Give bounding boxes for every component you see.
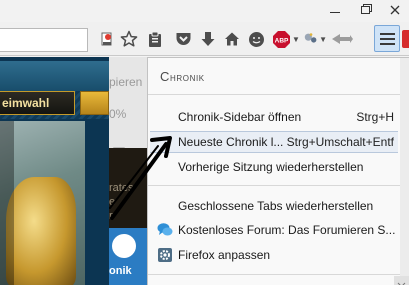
adblock-plus-button[interactable]: ABP ▼: [271, 28, 301, 50]
scroll-down-button[interactable]: [394, 276, 409, 285]
home-icon: [225, 32, 239, 46]
menu-separator: [148, 94, 409, 95]
pocket-icon: [176, 33, 190, 45]
restore-icon: [360, 6, 370, 14]
menu-item-clear-recent-history[interactable]: Neueste Chronik l... Strg+Umschalt+Entf: [150, 131, 398, 153]
menu-item-shortcut: Strg+Umschalt+Entf: [286, 135, 394, 149]
menu-item-shortcut: Strg+H: [356, 110, 394, 124]
window-titlebar: [0, 0, 409, 22]
download-icon: [201, 32, 215, 46]
menu-item-label: Neueste Chronik l...: [178, 135, 284, 149]
page-tab-label: eimwahl: [2, 96, 50, 110]
menu-item-label: Vorherige Sitzung wiederherstellen: [178, 160, 364, 174]
close-button[interactable]: [380, 0, 409, 20]
menu-item-label: Kostenloses Forum: Das Forumieren S...: [178, 223, 396, 237]
page-tab-heimwahl[interactable]: eimwahl: [0, 91, 75, 115]
menu-item-label: Geschlossene Tabs wiederherstellen: [178, 199, 374, 213]
sync-arrows-icon: [332, 34, 353, 44]
bookmark-page-button[interactable]: [96, 28, 118, 50]
bookmark-star-button[interactable]: [118, 28, 140, 50]
menu-item-customize-firefox[interactable]: Firefox anpassen: [148, 244, 409, 266]
minimize-icon: [330, 11, 340, 13]
smiley-chat-icon: [248, 31, 264, 47]
partial-addon-icon[interactable]: [402, 30, 409, 48]
menu-item-history-entry[interactable]: Kostenloses Forum: Das Forumieren S...: [148, 219, 409, 241]
clipboard-icon: [149, 31, 161, 47]
downloads-button[interactable]: [197, 28, 219, 50]
annotation-arrow: [109, 136, 172, 220]
home-button[interactable]: [221, 28, 243, 50]
hamburger-bar: [379, 42, 395, 45]
menu-separator: [148, 185, 409, 186]
menu-item-label: Firefox anpassen: [178, 248, 271, 262]
menu-item-history-sidebar[interactable]: Chronik-Sidebar öffnen Strg+H: [148, 106, 409, 128]
star-icon: [120, 30, 138, 47]
url-bar[interactable]: [0, 28, 88, 52]
web-page-content: eimwahl: [0, 57, 109, 285]
menu-item-restore-closed-tabs[interactable]: Geschlossene Tabs wiederherstellen: [148, 195, 409, 217]
menu-item-restore-session[interactable]: Vorherige Sitzung wiederherstellen: [148, 156, 409, 178]
strip-footer-label: onik: [109, 265, 132, 277]
strip-text: pieren: [109, 75, 143, 89]
chevron-down-icon: [397, 282, 406, 285]
hamburger-bar: [379, 37, 395, 40]
adblock-plus-icon: ABP: [273, 30, 291, 48]
hamburger-menu-button[interactable]: [374, 25, 400, 52]
history-menu-panel: Chronik Chronik-Sidebar öffnen Strg+H Ne…: [147, 57, 409, 285]
navigation-toolbar: ABP ▼ ▼: [0, 22, 409, 56]
chevron-down-icon: ▼: [292, 34, 300, 44]
adblock-label: ABP: [275, 37, 289, 44]
page-image-shadow: [0, 121, 14, 285]
bulb-icon: [304, 33, 317, 43]
page-header-band: [0, 61, 109, 91]
hamburger-menu-icon: [379, 32, 395, 35]
golden-figure-image: [6, 177, 76, 285]
restore-button[interactable]: [350, 0, 380, 20]
minimize-button[interactable]: [320, 0, 350, 20]
gear-icon: [158, 248, 172, 262]
page-lock-icon: [101, 32, 112, 46]
pocket-button[interactable]: [172, 28, 194, 50]
tampermonkey-button[interactable]: ▼: [303, 28, 327, 50]
circle-icon: [112, 234, 136, 258]
close-icon: [390, 5, 399, 15]
chevron-down-icon: ▼: [319, 34, 327, 44]
page-tab-gold[interactable]: [80, 91, 109, 115]
strip-text: 0%: [109, 107, 127, 121]
menu-item-label: Chronik-Sidebar öffnen: [178, 110, 302, 124]
hello-chat-button[interactable]: [245, 28, 267, 50]
history-menu-heading: Chronik: [160, 69, 205, 84]
menu-separator: [148, 274, 409, 275]
extension-button[interactable]: [329, 28, 355, 50]
menu-scrollbar[interactable]: [400, 58, 409, 285]
reading-list-button[interactable]: [144, 28, 166, 50]
